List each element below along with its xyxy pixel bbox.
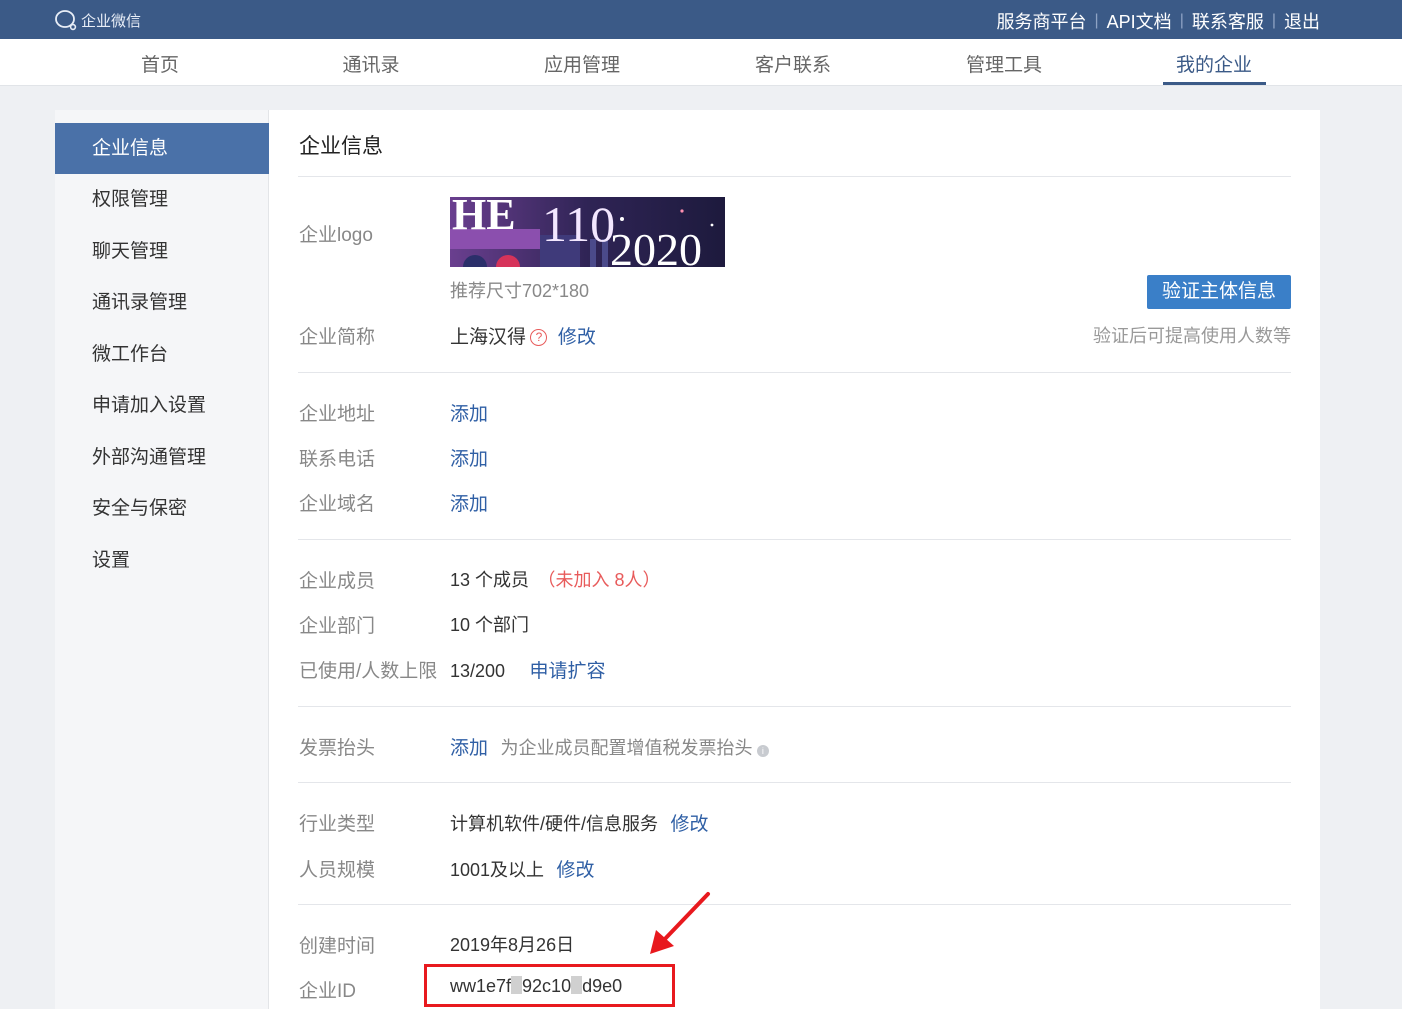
add-address-link[interactable]: 添加 bbox=[450, 399, 488, 426]
members-count: 13 个成员 bbox=[450, 570, 530, 590]
logo-text-2020: 2020 bbox=[610, 224, 702, 267]
page-title: 企业信息 bbox=[299, 135, 383, 158]
departments-label: 企业部门 bbox=[299, 616, 376, 637]
sidebar-item-enterprise-info[interactable]: 企业信息 bbox=[55, 123, 269, 174]
logo-text-he: HE bbox=[452, 197, 516, 239]
divider bbox=[298, 176, 1291, 177]
corp-id-label: 企业ID bbox=[299, 981, 357, 1002]
logo-size-hint: 推荐尺寸702*180 bbox=[450, 281, 590, 301]
contact-support-link[interactable]: 联系客服 bbox=[1192, 8, 1264, 34]
top-links: 服务商平台 | API文档 | 联系客服 | 退出 bbox=[997, 8, 1320, 34]
scale-label: 人员规模 bbox=[299, 860, 376, 881]
api-docs-link[interactable]: API文档 bbox=[1107, 8, 1172, 34]
nav-tab-customer[interactable]: 客户联系 bbox=[755, 50, 831, 77]
invoice-row: 添加 为企业成员配置增值税发票抬头 i bbox=[450, 733, 769, 760]
industry-label: 行业类型 bbox=[299, 814, 376, 835]
enterprise-info-panel: 企业信息 企业logo HE 110 2020 推荐尺寸702*180 验证主体… bbox=[269, 110, 1320, 1009]
short-name-row: 上海汉得 ? 修改 bbox=[450, 322, 596, 349]
sidebar-item-chat[interactable]: 聊天管理 bbox=[55, 226, 269, 277]
enterprise-logo[interactable]: HE 110 2020 bbox=[450, 197, 725, 267]
verify-entity-button[interactable]: 验证主体信息 bbox=[1147, 275, 1291, 309]
nav-tab-contacts[interactable]: 通讯录 bbox=[342, 50, 399, 77]
nav-tab-tools[interactable]: 管理工具 bbox=[966, 50, 1042, 77]
add-invoice-link[interactable]: 添加 bbox=[450, 738, 488, 759]
divider bbox=[298, 904, 1291, 905]
sidebar-item-security[interactable]: 安全与保密 bbox=[55, 483, 269, 534]
scale-row: 1001及以上 修改 bbox=[450, 855, 595, 882]
request-expansion-link[interactable]: 申请扩容 bbox=[530, 661, 606, 682]
short-name-value: 上海汉得 bbox=[450, 327, 527, 348]
sidebar-item-contacts-mgmt[interactable]: 通讯录管理 bbox=[55, 277, 269, 328]
nav-active-indicator bbox=[1163, 82, 1266, 85]
invoice-description: 为企业成员配置增值税发票抬头 bbox=[500, 738, 753, 758]
sidebar: 企业信息 权限管理 聊天管理 通讯录管理 微工作台 申请加入设置 外部沟通管理 … bbox=[55, 110, 269, 1009]
industry-row: 计算机软件/硬件/信息服务 修改 bbox=[450, 809, 708, 836]
invoice-label: 发票抬头 bbox=[299, 738, 376, 759]
usage-value: 13/200 bbox=[450, 661, 506, 681]
annotation-arrow-icon bbox=[650, 892, 710, 954]
divider bbox=[298, 539, 1291, 540]
verify-note: 验证后可提高使用人数等 bbox=[1093, 326, 1291, 346]
departments-count: 10 个部门 bbox=[450, 615, 530, 635]
divider bbox=[298, 706, 1291, 707]
phone-label: 联系电话 bbox=[299, 449, 376, 470]
sidebar-item-join-settings[interactable]: 申请加入设置 bbox=[55, 380, 269, 431]
brand-logo[interactable]: 企业微信 bbox=[54, 9, 141, 31]
add-domain-link[interactable]: 添加 bbox=[450, 489, 488, 516]
short-name-label: 企业简称 bbox=[299, 327, 376, 348]
usage-label: 已使用/人数上限 bbox=[299, 661, 438, 682]
address-label: 企业地址 bbox=[299, 404, 376, 425]
usage-row: 13/200 申请扩容 bbox=[450, 656, 606, 683]
info-icon[interactable]: i bbox=[756, 745, 769, 757]
help-icon[interactable]: ? bbox=[530, 329, 548, 346]
divider bbox=[298, 782, 1291, 783]
members-label: 企业成员 bbox=[299, 571, 376, 592]
edit-short-name-link[interactable]: 修改 bbox=[558, 327, 596, 348]
top-link-separator: | bbox=[1271, 12, 1276, 29]
domain-label: 企业域名 bbox=[299, 494, 376, 515]
divider bbox=[298, 372, 1291, 373]
wecom-logo-icon bbox=[55, 10, 77, 31]
created-date: 2019年8月26日 bbox=[450, 935, 575, 955]
scale-value: 1001及以上 bbox=[450, 860, 545, 880]
sidebar-item-workbench[interactable]: 微工作台 bbox=[55, 329, 269, 380]
sidebar-item-external[interactable]: 外部沟通管理 bbox=[55, 432, 269, 483]
add-phone-link[interactable]: 添加 bbox=[450, 444, 488, 471]
edit-scale-link[interactable]: 修改 bbox=[557, 860, 595, 881]
logo-text-110: 110 bbox=[542, 197, 616, 252]
top-link-separator: | bbox=[1179, 12, 1184, 29]
brand-name: 企业微信 bbox=[81, 12, 142, 30]
top-bar: 企业微信 服务商平台 | API文档 | 联系客服 | 退出 bbox=[0, 0, 1402, 39]
sidebar-item-settings[interactable]: 设置 bbox=[55, 535, 269, 586]
nav-tab-apps[interactable]: 应用管理 bbox=[544, 50, 620, 77]
top-link-separator: | bbox=[1094, 12, 1099, 29]
sidebar-item-permissions[interactable]: 权限管理 bbox=[55, 174, 269, 225]
main-nav: 首页 通讯录 应用管理 客户联系 管理工具 我的企业 bbox=[0, 39, 1402, 86]
nav-tab-home[interactable]: 首页 bbox=[141, 50, 179, 77]
logout-link[interactable]: 退出 bbox=[1284, 8, 1320, 34]
service-provider-link[interactable]: 服务商平台 bbox=[997, 8, 1087, 34]
industry-value: 计算机软件/硬件/信息服务 bbox=[450, 814, 659, 834]
members-row: 13 个成员 （未加入 8人） bbox=[450, 566, 661, 592]
not-joined-count[interactable]: （未加入 8人） bbox=[537, 570, 660, 590]
edit-industry-link[interactable]: 修改 bbox=[670, 814, 708, 835]
logo-label: 企业logo bbox=[299, 225, 373, 246]
annotation-highlight-box bbox=[424, 964, 675, 1007]
created-label: 创建时间 bbox=[299, 936, 376, 957]
nav-tab-my-enterprise[interactable]: 我的企业 bbox=[1176, 50, 1252, 77]
